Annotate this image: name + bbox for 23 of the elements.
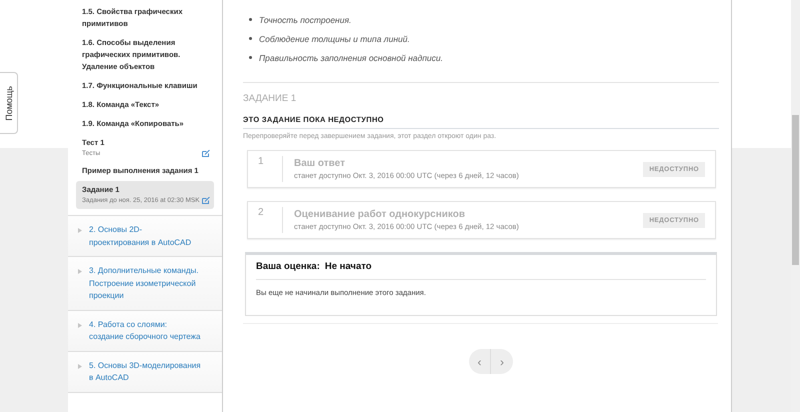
step-title: Ваш ответ: [294, 158, 346, 169]
step-number: 1: [258, 156, 283, 182]
step-title: Оценивание работ однокурсников: [294, 209, 466, 220]
grade-label: Ваша оценка:: [256, 261, 320, 272]
help-tab[interactable]: Помощь: [0, 72, 18, 134]
step-number: 2: [258, 207, 283, 233]
criterion-text: Правильность заполнения основной надписи.: [259, 52, 443, 62]
assignment-heading: ЗАДАНИЕ 1: [243, 93, 298, 104]
scrollbar-thumb[interactable]: [792, 115, 799, 265]
criterion-text: Соблюдение толщины и типа линий.: [259, 34, 410, 44]
edit-icon: [202, 150, 210, 157]
section-title: 5. Основы 3D-моделирования в AutoCAD: [89, 360, 201, 384]
section-item[interactable]: 5. Основы 3D-моделирования в AutoCAD: [68, 352, 222, 392]
section-item[interactable]: 4. Работа со слоями: создание сборочного чертежа: [68, 310, 222, 352]
edit-icon: [202, 197, 210, 204]
criterion-text: Точность построения.: [259, 14, 352, 24]
section-title: 2. Основы 2D-проектирования в AutoCAD: [89, 224, 192, 249]
section-title: 3. Дополнительные команды. Построение изометрической проекции: [89, 265, 200, 302]
bullet-icon: [249, 37, 252, 40]
bullet-icon: [249, 18, 252, 21]
bullet-icon: [249, 56, 252, 59]
grade-value: Не начато: [324, 261, 372, 272]
section-title: 4. Работа со слоями: создание сборочного чертежа: [89, 318, 201, 343]
